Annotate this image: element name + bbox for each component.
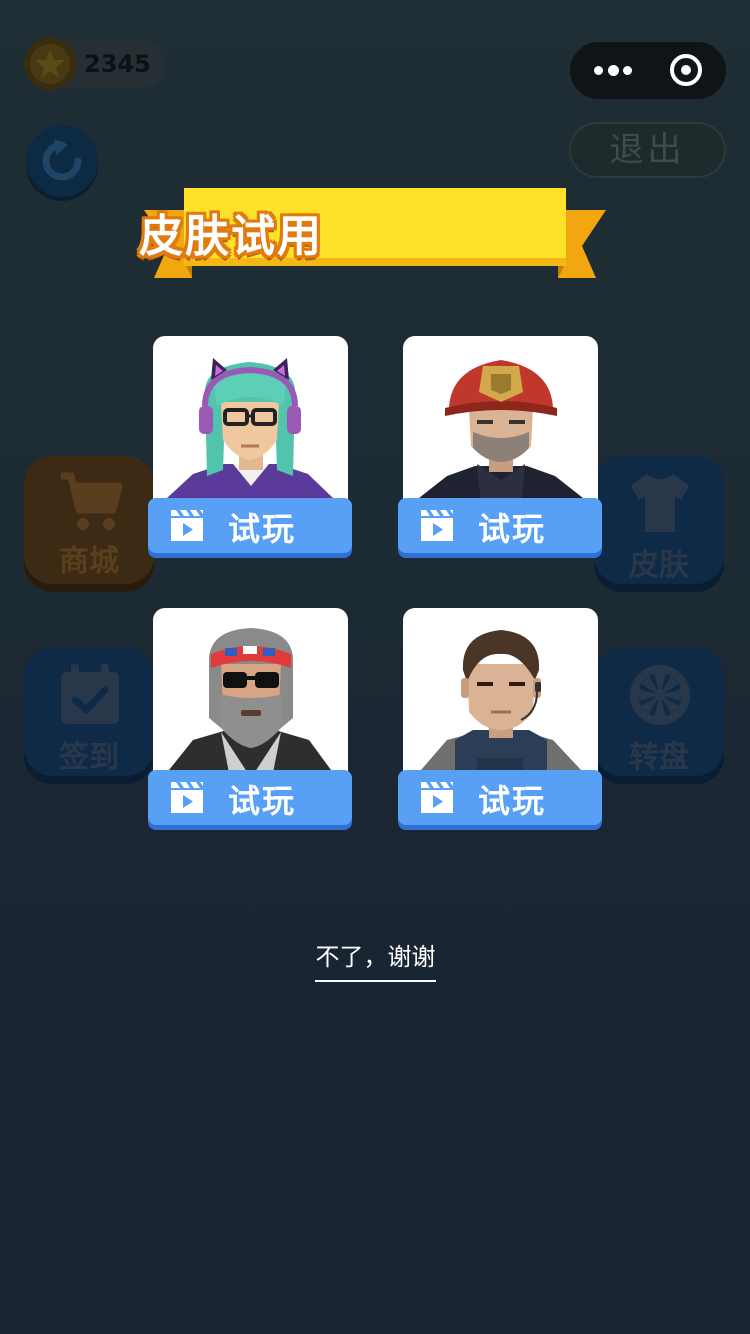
video-play-icon xyxy=(421,782,453,813)
coin-icon xyxy=(24,38,76,90)
video-play-icon xyxy=(171,782,203,813)
try-button-biker[interactable]: 试玩 xyxy=(148,770,352,825)
shopping-cart-icon xyxy=(61,472,123,530)
checkin-label: 签到 xyxy=(59,740,119,775)
close-mini-program-icon[interactable] xyxy=(670,54,702,86)
skin-card-gamer-girl[interactable] xyxy=(153,336,348,511)
calendar-check-icon xyxy=(61,664,119,724)
decline-link[interactable]: 不了，谢谢 xyxy=(315,937,436,982)
video-play-icon xyxy=(171,510,203,541)
skin-button[interactable]: 皮肤 xyxy=(594,456,724,584)
biker-avatar xyxy=(169,628,331,783)
try-button-label: 试玩 xyxy=(228,782,297,820)
try-button-firefighter[interactable]: 试玩 xyxy=(398,498,602,553)
mini-program-capsule xyxy=(570,42,726,99)
refresh-icon xyxy=(42,139,82,181)
page-title: 皮肤试用 xyxy=(139,211,323,262)
skin-card-agent[interactable] xyxy=(403,608,598,783)
try-button-label: 试玩 xyxy=(478,782,547,820)
try-button-label: 试玩 xyxy=(478,510,547,548)
shop-button[interactable]: 商城 xyxy=(24,456,154,584)
refresh-button[interactable] xyxy=(26,125,98,197)
skin-label: 皮肤 xyxy=(629,548,689,583)
skin-card-biker[interactable] xyxy=(153,608,348,783)
wheel-icon xyxy=(630,665,690,725)
lucky-wheel-button[interactable]: 转盘 xyxy=(594,648,724,776)
try-button-gamer-girl[interactable]: 试玩 xyxy=(148,498,352,553)
more-options-icon[interactable] xyxy=(592,60,636,80)
skin-card-firefighter[interactable] xyxy=(403,336,598,511)
checkin-button[interactable]: 签到 xyxy=(24,648,154,776)
try-button-agent[interactable]: 试玩 xyxy=(398,770,602,825)
agent-avatar xyxy=(421,630,581,783)
firefighter-avatar xyxy=(419,360,583,511)
coin-count: 2345 xyxy=(84,50,151,78)
shirt-icon xyxy=(631,474,689,532)
gamer-girl-avatar xyxy=(167,358,333,511)
video-play-icon xyxy=(421,510,453,541)
shop-label: 商城 xyxy=(59,544,119,579)
wheel-label: 转盘 xyxy=(629,740,689,775)
try-button-label: 试玩 xyxy=(228,510,297,548)
exit-button[interactable]: 退出 xyxy=(569,122,726,178)
